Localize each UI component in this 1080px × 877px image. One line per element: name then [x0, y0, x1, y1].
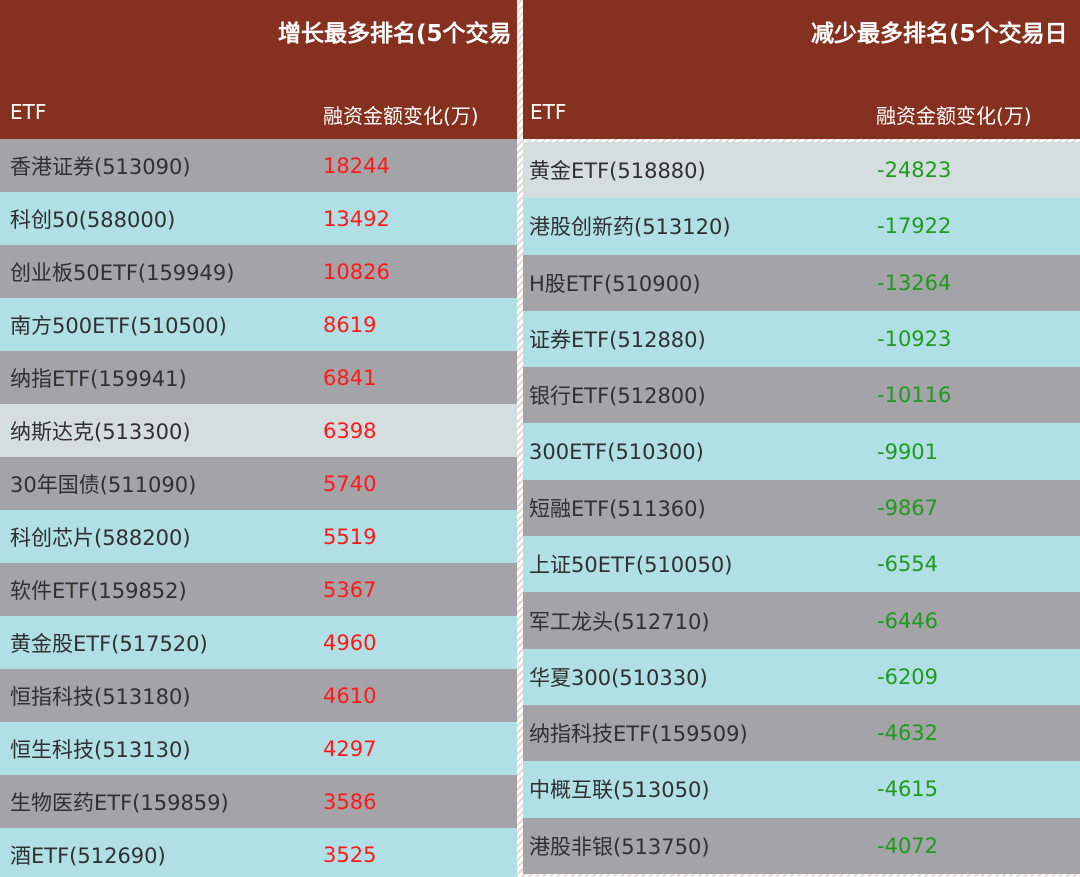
table-row: 生物医药ETF(159859) 3586 [0, 775, 517, 828]
decrease-column-etf: ETF [530, 100, 567, 124]
table-row: 软件ETF(159852) 5367 [0, 563, 517, 616]
change-value: 18244 [323, 153, 390, 178]
table-row: 纳指科技ETF(159509) -4632 [523, 704, 1080, 762]
table-row: 科创芯片(588200) 5519 [0, 510, 517, 563]
table-row: 华夏300(510330) -6209 [523, 648, 1080, 705]
change-value: -10923 [877, 327, 952, 352]
etf-name: 香港证券(513090) [10, 154, 191, 179]
change-value: -9867 [877, 495, 939, 520]
table-row: 30年国债(511090) 5740 [0, 457, 517, 510]
table-row: H股ETF(510900) -13264 [523, 254, 1080, 311]
etf-name: 恒生科技(513130) [10, 737, 191, 762]
etf-name: 港股创新药(513120) [529, 215, 731, 240]
increase-table-body: 香港证券(513090) 18244 科创50(588000) 13492 创业板5… [0, 139, 517, 877]
decrease-table-header: 减少最多排名(5个交易日 ETF 融资金额变化(万) [523, 0, 1080, 139]
change-value: 4960 [323, 630, 377, 655]
etf-name: 酒ETF(512690) [10, 843, 166, 868]
table-row: 港股非银(513750) -4072 [523, 817, 1080, 874]
table-row: 短融ETF(511360) -9867 [523, 479, 1080, 537]
table-row: 恒指科技(513180) 4610 [0, 669, 517, 722]
etf-name: 软件ETF(159852) [10, 578, 187, 603]
change-value: -4072 [877, 833, 939, 858]
etf-name: 纳指科技ETF(159509) [529, 722, 748, 747]
table-row: 纳斯达克(513300) 6398 [0, 404, 517, 457]
table-row: 中概互联(513050) -4615 [523, 761, 1080, 818]
change-value: 10826 [323, 259, 390, 284]
change-value: -24823 [877, 158, 952, 183]
increase-ranking-table: 增长最多排名(5个交易 ETF 融资金额变化(万) 香港证券(513090) 18… [0, 0, 517, 877]
etf-name: 创业板50ETF(159949) [10, 260, 235, 285]
change-value: 4610 [323, 683, 377, 708]
change-value: -9901 [877, 439, 939, 464]
etf-name: 军工龙头(512710) [529, 609, 710, 634]
table-row: 恒生科技(513130) 4297 [0, 722, 517, 775]
etf-name: 30年国债(511090) [10, 472, 197, 497]
change-value: -6554 [877, 552, 939, 577]
etf-name: 黄金ETF(518880) [529, 159, 706, 184]
change-value: 3586 [323, 789, 377, 814]
change-value: 6841 [323, 365, 377, 390]
table-row: 香港证券(513090) 18244 [0, 139, 517, 192]
increase-table-header: 增长最多排名(5个交易 ETF 融资金额变化(万) [0, 0, 517, 139]
change-value: 5519 [323, 524, 377, 549]
etf-margin-ranking-screen: 增长最多排名(5个交易 ETF 融资金额变化(万) 香港证券(513090) 18… [0, 0, 1080, 877]
table-row: 酒ETF(512690) 3525 [0, 828, 517, 877]
decrease-table-body: 黄金ETF(518880) -24823 港股创新药(513120) -17922 … [523, 142, 1080, 874]
decrease-table-title: 减少最多排名(5个交易日 [811, 21, 1068, 47]
table-row: 300ETF(510300) -9901 [523, 423, 1080, 480]
etf-name: 港股非银(513750) [529, 834, 710, 859]
table-row: 科创50(588000) 13492 [0, 192, 517, 245]
table-row: 军工龙头(512710) -6446 [523, 592, 1080, 649]
etf-name: 科创芯片(588200) [10, 525, 191, 550]
etf-name: 纳指ETF(159941) [10, 366, 187, 391]
increase-column-change: 融资金额变化(万) [323, 104, 479, 128]
etf-name: 证券ETF(512880) [529, 328, 706, 353]
etf-name: 南方500ETF(510500) [10, 313, 227, 338]
table-row: 证券ETF(512880) -10923 [523, 310, 1080, 368]
change-value: 8619 [323, 312, 377, 337]
change-value: 5367 [323, 577, 377, 602]
etf-name: 中概互联(513050) [529, 778, 710, 803]
change-value: -10116 [877, 383, 952, 408]
change-value: 13492 [323, 206, 390, 231]
change-value: 3525 [323, 842, 377, 867]
change-value: -6209 [877, 664, 939, 689]
change-value: -4632 [877, 721, 939, 746]
change-value: -6446 [877, 608, 939, 633]
etf-name: 恒指科技(513180) [10, 684, 191, 709]
increase-column-etf: ETF [10, 100, 47, 124]
decrease-ranking-table: 减少最多排名(5个交易日 ETF 融资金额变化(万) 黄金ETF(518880)… [523, 0, 1080, 877]
etf-name: 黄金股ETF(517520) [10, 631, 208, 656]
etf-name: 科创50(588000) [10, 207, 176, 232]
change-value: -13264 [877, 270, 952, 295]
table-row: 黄金ETF(518880) -24823 [523, 142, 1080, 199]
table-row: 纳指ETF(159941) 6841 [0, 351, 517, 404]
decrease-column-change: 融资金额变化(万) [876, 104, 1032, 128]
table-row: 黄金股ETF(517520) 4960 [0, 616, 517, 669]
etf-name: 纳斯达克(513300) [10, 419, 191, 444]
etf-name: 生物医药ETF(159859) [10, 790, 229, 815]
etf-name: 华夏300(510330) [529, 665, 708, 690]
etf-name: 银行ETF(512800) [529, 384, 706, 409]
change-value: 5740 [323, 471, 377, 496]
etf-name: 上证50ETF(510050) [529, 553, 733, 578]
change-value: 6398 [323, 418, 377, 443]
change-value: -4615 [877, 777, 939, 802]
etf-name: H股ETF(510900) [529, 271, 701, 296]
table-row: 银行ETF(512800) -10116 [523, 367, 1080, 424]
table-row: 上证50ETF(510050) -6554 [523, 536, 1080, 593]
etf-name: 300ETF(510300) [529, 439, 704, 464]
table-row: 南方500ETF(510500) 8619 [0, 298, 517, 351]
change-value: -17922 [877, 214, 952, 239]
table-row: 港股创新药(513120) -17922 [523, 198, 1080, 255]
etf-name: 短融ETF(511360) [529, 496, 706, 521]
change-value: 4297 [323, 736, 377, 761]
table-row: 创业板50ETF(159949) 10826 [0, 245, 517, 298]
increase-table-title: 增长最多排名(5个交易 [278, 21, 512, 47]
